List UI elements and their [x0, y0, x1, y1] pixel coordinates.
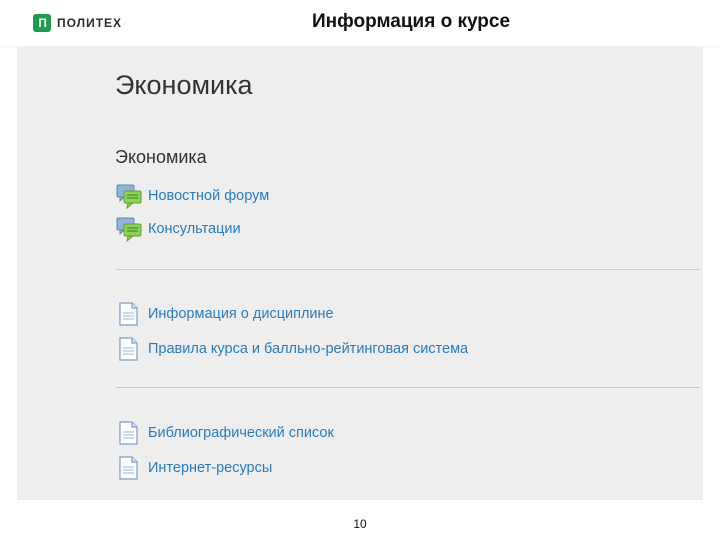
top-bar: П ПОЛИТЕХ Информация о курсе: [0, 0, 720, 46]
activity-label: Библиографический список: [148, 425, 334, 441]
activity-label: Информация о дисциплине: [148, 306, 334, 322]
logo-mark-icon: П: [33, 14, 51, 32]
activity-label: Правила курса и балльно-рейтинговая сист…: [148, 341, 469, 357]
section-divider: [116, 269, 700, 270]
logo-text: ПОЛИТЕХ: [57, 16, 123, 30]
activity-label: Интернет-ресурсы: [148, 460, 273, 476]
activity-label: Новостной форум: [148, 188, 270, 204]
forum-icon: [116, 184, 142, 209]
activity-course-rules[interactable]: Правила курса и балльно-рейтинговая сист…: [116, 336, 468, 362]
page-icon: [119, 302, 138, 326]
section-divider: [116, 387, 700, 388]
activity-consultations[interactable]: Консультации: [116, 216, 241, 242]
politech-logo: П ПОЛИТЕХ: [33, 13, 122, 33]
page-icon: [119, 456, 138, 480]
page-number: 10: [353, 517, 367, 531]
activity-news-forum[interactable]: Новостной форум: [116, 183, 269, 209]
slide-title: Информация о курсе: [312, 11, 511, 32]
activity-label: Консультации: [148, 221, 241, 237]
page-icon: [119, 421, 138, 445]
activity-discipline-info[interactable]: Информация о дисциплине: [116, 301, 334, 327]
activity-bibliography[interactable]: Библиографический список: [116, 420, 334, 446]
course-title: Экономика: [115, 70, 253, 100]
activity-internet-resources[interactable]: Интернет-ресурсы: [116, 455, 272, 481]
forum-icon: [116, 217, 142, 242]
page-icon: [119, 337, 138, 361]
section-title: Экономика: [115, 147, 207, 167]
